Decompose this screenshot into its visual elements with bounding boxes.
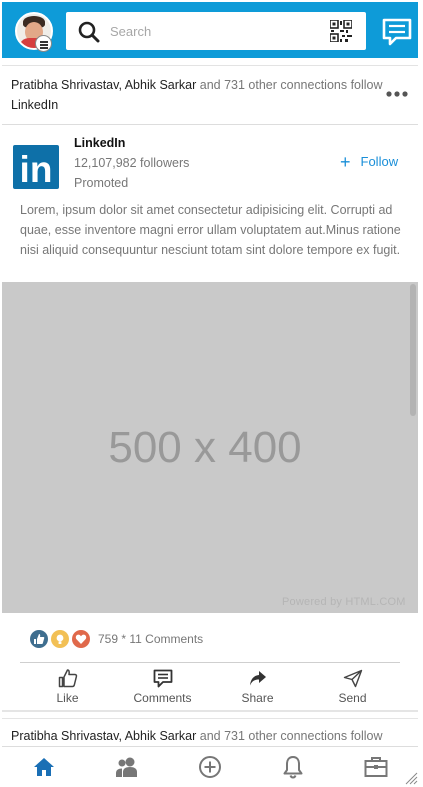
qr-code-icon[interactable] <box>330 20 352 42</box>
reaction-comment-count[interactable]: 759 * 11 Comments <box>98 632 203 646</box>
nav-post[interactable] <box>168 747 251 786</box>
social-company[interactable]: LinkedIn <box>11 98 58 112</box>
share-arrow-icon <box>249 671 266 686</box>
next-social-suffix: and 731 other connections follow <box>199 729 383 743</box>
bottom-navigation <box>2 746 418 786</box>
search-input[interactable] <box>110 12 320 50</box>
post-actions: Like Comments Share Send <box>20 664 400 708</box>
comments-label: Comments <box>133 691 192 705</box>
like-label: Like <box>56 691 79 705</box>
like-button[interactable]: Like <box>20 664 115 708</box>
reactions-summary[interactable]: 759 * 11 Comments <box>30 630 203 648</box>
follower-count: 12,107,982 followers <box>74 156 190 170</box>
company-logo[interactable]: in <box>13 145 59 190</box>
follow-button[interactable]: + Follow <box>340 151 399 172</box>
image-placeholder-label: 500 x 400 <box>108 423 302 472</box>
network-icon <box>115 757 137 777</box>
more-options-icon[interactable] <box>386 91 408 97</box>
next-post-social-proof: Pratibha Shrivastav, Abhik Sarkar and 73… <box>11 729 401 743</box>
bell-icon <box>283 755 303 779</box>
send-label: Send <box>338 691 367 705</box>
next-social-names[interactable]: Pratibha Shrivastav, Abhik Sarkar <box>11 729 196 743</box>
nav-home[interactable] <box>2 747 85 786</box>
resize-handle-icon[interactable] <box>404 771 418 785</box>
menu-icon[interactable] <box>35 35 52 52</box>
search-box[interactable] <box>66 12 366 50</box>
social-proof-text: Pratibha Shrivastav, Abhik Sarkar and 73… <box>11 75 391 115</box>
card-top-border <box>2 65 418 66</box>
scrollbar-thumb[interactable] <box>410 284 416 416</box>
image-credit: Powered by HTML.COM <box>282 596 406 608</box>
home-icon <box>33 757 54 776</box>
nav-notifications[interactable] <box>252 747 335 786</box>
comment-icon <box>153 669 172 688</box>
insightful-reaction-icon <box>51 630 69 648</box>
social-suffix: and 731 other connections follow <box>199 78 383 92</box>
top-bar <box>2 2 418 58</box>
send-icon <box>343 669 362 688</box>
header-divider <box>2 124 418 125</box>
thumbs-up-icon <box>58 669 77 688</box>
love-reaction-icon <box>72 630 90 648</box>
plus-icon: + <box>340 151 351 172</box>
share-label: Share <box>241 691 274 705</box>
share-button[interactable]: Share <box>210 664 305 708</box>
comments-button[interactable]: Comments <box>115 664 210 708</box>
plus-circle-icon <box>199 755 221 778</box>
messaging-icon[interactable] <box>382 18 412 46</box>
promoted-label: Promoted <box>74 176 129 190</box>
post-body: Lorem, ipsum dolor sit amet consectetur … <box>20 203 401 257</box>
linkedin-logo-icon: in <box>20 149 53 190</box>
post-image[interactable]: 500 x 400 Powered by HTML.COM <box>2 282 418 613</box>
social-names[interactable]: Pratibha Shrivastav, Abhik Sarkar <box>11 78 196 92</box>
card-separator-bottom <box>2 718 418 719</box>
send-button[interactable]: Send <box>305 664 400 708</box>
like-reaction-icon <box>30 630 48 648</box>
follow-label: Follow <box>360 154 399 169</box>
svg-text:in: in <box>20 149 53 189</box>
actions-divider <box>20 662 400 663</box>
nav-network[interactable] <box>85 747 168 786</box>
company-name[interactable]: LinkedIn <box>74 136 125 150</box>
card-separator-top <box>2 710 418 712</box>
search-icon <box>78 21 100 43</box>
briefcase-icon <box>364 756 388 777</box>
